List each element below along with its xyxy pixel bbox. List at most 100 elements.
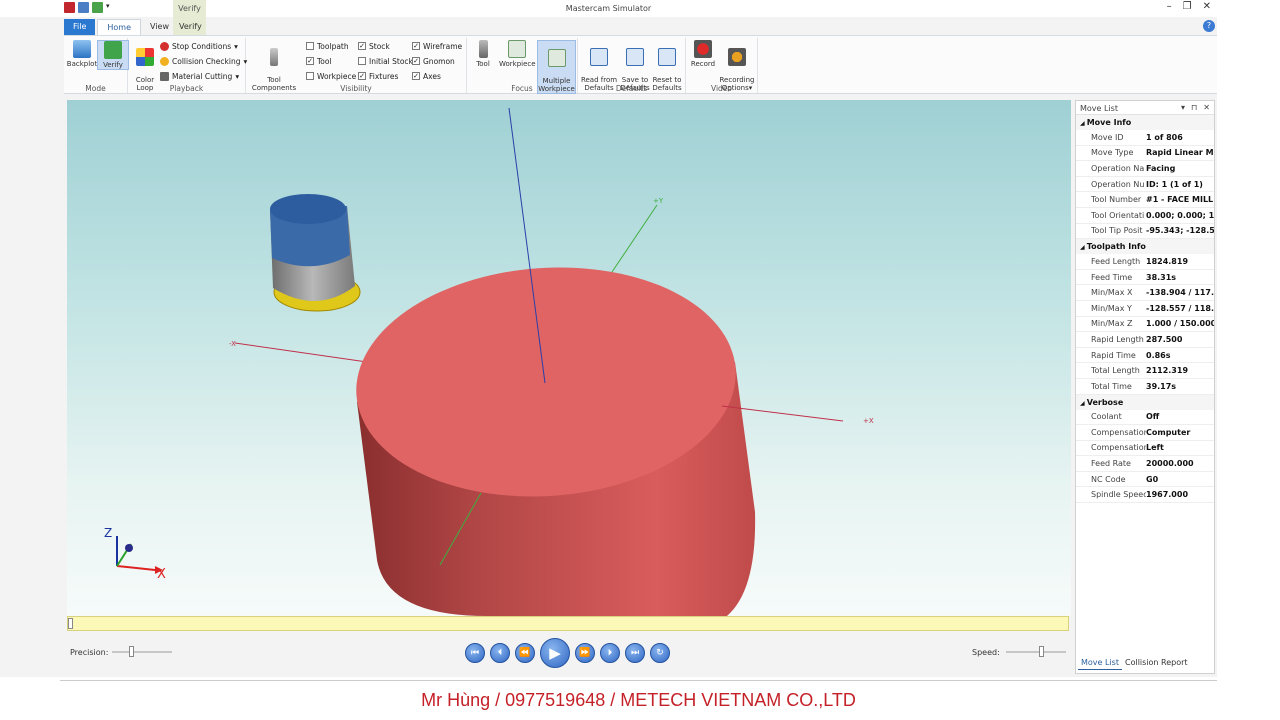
material-cutting-button[interactable]: Material Cutting ▾	[160, 70, 239, 82]
playback-timeline[interactable]	[67, 616, 1069, 631]
property-row[interactable]: Min/Max Y -128.557 / 118.04	[1076, 301, 1214, 317]
loop-button[interactable]: ↻	[650, 643, 670, 663]
panel-close-icon[interactable]: ✕	[1203, 103, 1210, 112]
collapse-arrow-icon[interactable]: ◢	[1080, 244, 1087, 251]
gnomon-toggle[interactable]: ✓ Gnomon	[412, 55, 455, 67]
tab-file[interactable]: File	[64, 19, 96, 35]
collapse-arrow-icon[interactable]: ◢	[1080, 120, 1087, 127]
workpiece-toggle[interactable]: Workpiece	[306, 70, 356, 82]
toolpath-checkbox[interactable]	[306, 42, 314, 50]
fixtures-checkbox[interactable]: ✓	[358, 72, 366, 80]
property-row[interactable]: Operation Nu ID: 1 (1 of 1)	[1076, 177, 1214, 193]
speed-slider-thumb[interactable]	[1039, 646, 1044, 657]
property-key: Total Time	[1091, 381, 1132, 391]
stock-label: Stock	[369, 41, 390, 51]
group-focus: Tool Workpiece Multiple Workpiece Focus	[467, 38, 578, 94]
record-icon	[694, 40, 712, 58]
axes-checkbox[interactable]: ✓	[412, 72, 420, 80]
focus-tool-label: Tool	[476, 60, 490, 68]
collision-icon	[160, 56, 169, 66]
property-row[interactable]: Min/Max Z 1.000 / 150.000	[1076, 317, 1214, 333]
tool-toggle[interactable]: ✓ Tool	[306, 55, 332, 67]
wireframe-toggle[interactable]: ✓ Wireframe	[412, 40, 462, 52]
focus-workpiece-button[interactable]: Workpiece	[499, 40, 536, 68]
panel-dropdown-icon[interactable]: ▾	[1181, 103, 1185, 112]
initial-stock-toggle[interactable]: Initial Stock	[358, 55, 413, 67]
property-row[interactable]: Feed Rate 20000.000	[1076, 456, 1214, 472]
step-forward-button[interactable]: ⏵	[600, 643, 620, 663]
gnomon-checkbox[interactable]: ✓	[412, 57, 420, 65]
axes-toggle[interactable]: ✓ Axes	[412, 70, 441, 82]
tab-move-list[interactable]: Move List	[1078, 656, 1122, 670]
precision-slider-thumb[interactable]	[128, 646, 134, 657]
x-axis-line	[234, 342, 368, 363]
group-playback: Color Loop Stop Conditions ▾ Collision Ch…	[128, 38, 247, 93]
tab-home[interactable]: Home	[97, 19, 142, 35]
fixtures-toggle[interactable]: ✓ Fixtures	[358, 70, 398, 82]
property-row[interactable]: Total Time 39.17s	[1076, 379, 1214, 395]
toolpath-toggle[interactable]: Toolpath	[306, 40, 349, 52]
property-row[interactable]: NC Code G0	[1076, 472, 1214, 488]
verify-button[interactable]: Verify	[97, 40, 129, 70]
transport-buttons: ⏮ ⏴ ⏪ ▶ ⏩ ⏵ ⏭ ↻	[465, 638, 670, 668]
property-row[interactable]: Feed Length 1824.819	[1076, 254, 1214, 270]
property-key: Tool Orientati	[1091, 210, 1145, 220]
property-row[interactable]: Coolant Off	[1076, 410, 1214, 426]
wireframe-checkbox[interactable]: ✓	[412, 42, 420, 50]
section-name: Toolpath Info	[1086, 242, 1146, 252]
help-icon[interactable]: ?	[1203, 20, 1215, 32]
workpiece-checkbox[interactable]	[306, 72, 314, 80]
property-section-header[interactable]: ◢ Move Info	[1076, 115, 1214, 130]
property-row[interactable]: Feed Time 38.31s	[1076, 270, 1214, 286]
restore-icon[interactable]: ❐	[1183, 1, 1192, 12]
simulation-viewport[interactable]: -X +Y +X X Z	[67, 100, 1071, 616]
tool-checkbox[interactable]: ✓	[306, 57, 314, 65]
property-value: 287.500	[1146, 334, 1183, 344]
panel-tabs: Move List Collision Report	[1078, 656, 1191, 670]
skip-to-start-button[interactable]: ⏮	[465, 643, 485, 663]
property-row[interactable]: Rapid Time 0.86s	[1076, 348, 1214, 364]
tab-verify[interactable]: Verify	[174, 19, 206, 34]
play-button[interactable]: ▶	[540, 638, 570, 668]
backplot-button[interactable]: Backplot	[66, 40, 98, 68]
timeline-thumb[interactable]	[68, 618, 73, 629]
property-row[interactable]: Compensation Left	[1076, 441, 1214, 457]
fast-forward-button[interactable]: ⏩	[575, 643, 595, 663]
skip-to-end-button[interactable]: ⏭	[625, 643, 645, 663]
property-section-header[interactable]: ◢ Toolpath Info	[1076, 239, 1214, 255]
property-value: 20000.000	[1146, 459, 1194, 469]
stock-toggle[interactable]: ✓ Stock	[358, 40, 390, 52]
wireframe-label: Wireframe	[423, 41, 463, 51]
stop-conditions-button[interactable]: Stop Conditions ▾	[160, 40, 238, 52]
property-row[interactable]: Operation Na Facing	[1076, 161, 1214, 177]
pin-icon[interactable]: ⊓	[1191, 103, 1197, 112]
tab-view[interactable]: View	[141, 19, 178, 35]
focus-tool-button[interactable]: Tool	[469, 40, 497, 68]
property-row[interactable]: Move Type Rapid Linear Mov	[1076, 146, 1214, 162]
property-row[interactable]: Tool Number #1 - FACE MILL -	[1076, 192, 1214, 208]
tab-collision-report[interactable]: Collision Report	[1122, 656, 1191, 670]
property-row[interactable]: Move ID 1 of 806	[1076, 130, 1214, 146]
collision-checking-button[interactable]: Collision Checking ▾	[160, 55, 247, 67]
close-icon[interactable]: ✕	[1203, 1, 1211, 12]
property-row[interactable]: Spindle Speed 1967.000	[1076, 487, 1214, 504]
precision-slider[interactable]	[112, 646, 172, 657]
property-row[interactable]: Tool Orientati0.000; 0.000; 1.00	[1076, 208, 1214, 224]
speed-slider[interactable]	[1006, 646, 1066, 657]
property-row[interactable]: Min/Max X -138.904 / 117.58	[1076, 285, 1214, 301]
property-row[interactable]: Compensation Computer	[1076, 425, 1214, 441]
rewind-button[interactable]: ⏪	[515, 643, 535, 663]
stock-checkbox[interactable]: ✓	[358, 42, 366, 50]
collapse-arrow-icon[interactable]: ◢	[1080, 400, 1087, 407]
step-back-button[interactable]: ⏴	[490, 643, 510, 663]
property-key: Coolant	[1091, 412, 1122, 422]
property-section-header[interactable]: ◢ Verbose	[1076, 394, 1214, 410]
property-key: Min/Max Y	[1091, 303, 1132, 313]
property-row[interactable]: Tool Tip Posit-95.343; -128.557	[1076, 224, 1214, 240]
record-button[interactable]: Record	[688, 40, 718, 68]
ribbon: Backplot Verify Mode Color Loop Stop Con…	[64, 35, 1217, 94]
property-row[interactable]: Rapid Length 287.500	[1076, 332, 1214, 348]
minimize-icon[interactable]: –	[1167, 1, 1172, 12]
initial-stock-checkbox[interactable]	[358, 57, 366, 65]
property-row[interactable]: Total Length 2112.319	[1076, 363, 1214, 379]
